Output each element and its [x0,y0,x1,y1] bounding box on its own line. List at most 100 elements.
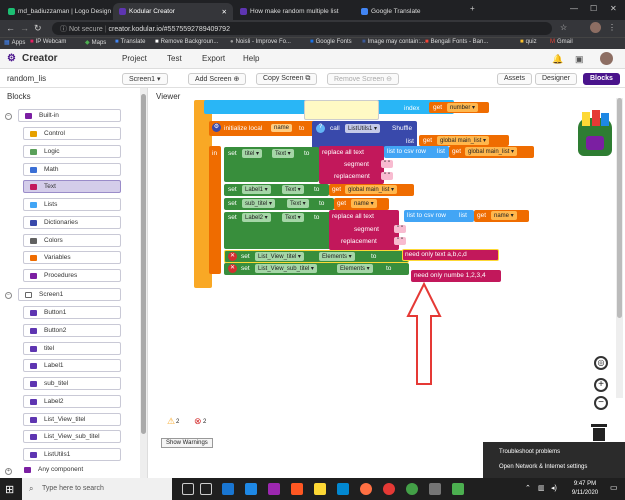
bookmark-ip-webcam[interactable]: ■ IP Webcam [30,39,66,45]
drawer-control[interactable]: Control [23,127,121,140]
bell-icon[interactable]: 🔔 [552,54,563,65]
illustrator-icon[interactable] [291,483,303,495]
drawer-procedures[interactable]: Procedures [23,269,121,282]
trash-icon[interactable] [590,424,608,442]
troubleshoot-problems-item[interactable]: Troubleshoot problems [499,449,560,455]
component-button2[interactable]: Button2 [23,324,121,337]
forward-icon[interactable]: → [20,23,29,33]
bookmark-noisli[interactable]: ● Noisli - Improve Fo... [230,39,291,45]
tab-kodular-creator[interactable]: Kodular Creator ✕ [113,3,233,20]
help-icon[interactable]: ? [316,124,325,133]
photoshop-icon[interactable] [222,483,234,495]
blocks-button[interactable]: Blocks [583,73,620,85]
drawer-logic[interactable]: Logic [23,145,121,158]
copy-screen-button[interactable]: Copy Screen ⧉ [256,73,318,85]
component-button1[interactable]: Button1 [23,306,121,319]
assets-button[interactable]: Assets [497,73,533,85]
gear-icon[interactable]: ⚙ [212,123,221,132]
bookmark-quiz[interactable]: ■ quiz [520,39,537,45]
app-icon[interactable] [268,483,280,495]
opera-icon[interactable] [383,483,395,495]
add-screen-button[interactable]: Add Screen ⊕ [188,73,247,85]
url-field[interactable]: ⓘ Not secure | creator.kodular.io/#55755… [52,22,552,35]
menu-export[interactable]: Export [202,54,225,63]
windows-start-icon[interactable]: ⊞ [5,483,14,496]
error-icon[interactable]: ✕ [228,252,237,261]
set-sub-titel-block[interactable] [224,198,334,210]
menu-icon[interactable]: ⋮ [608,23,616,32]
menu-project[interactable]: Project [122,54,147,63]
drawer-dictionaries[interactable]: Dictionaries [23,216,121,229]
bookmark-bengali-fonts[interactable]: ■ Bengali Fonts - Ban... [425,39,488,45]
component-list-view-titel[interactable]: List_View_titel [23,413,121,426]
tab-logo-design[interactable]: md_badiuzzaman | Logo Design [2,3,112,20]
taskbar-time[interactable]: 9:47 PM [570,481,600,487]
component-label1[interactable]: Label1 [23,359,121,372]
drawer-lists[interactable]: Lists [23,198,121,211]
warning-icon[interactable]: ⚠ [167,416,175,427]
chrome-icon[interactable] [406,483,418,495]
drawer-text[interactable]: Text [23,180,121,193]
menu-test[interactable]: Test [167,54,182,63]
recenter-icon[interactable]: ◎ [594,356,608,370]
back-icon[interactable]: ← [6,23,15,33]
any-component-toggle[interactable]: + [5,468,12,475]
premiere-icon[interactable] [245,483,257,495]
screen1-node[interactable]: Screen1 [18,288,121,301]
component-list-view-sub-titel[interactable]: List_View_sub_titel [23,430,121,443]
backpack-icon[interactable] [574,110,616,158]
tab-google-translate[interactable]: Google Translate [355,3,465,20]
star-icon[interactable]: ☆ [560,23,567,32]
error-icon[interactable]: ✕ [228,264,237,273]
component-label2[interactable]: Label2 [23,395,121,408]
error-count-icon[interactable]: ⊗ [194,416,202,427]
any-component-node[interactable]: Any component [18,464,121,477]
zoom-out-icon[interactable]: − [594,396,608,410]
new-tab-icon[interactable]: + [470,4,475,13]
taskbar-search[interactable]: ⌕ Type here to search [22,478,172,500]
notification-icon[interactable]: ▭ [610,483,618,492]
drawer-math[interactable]: Math [23,163,121,176]
bookmark-google-fonts[interactable]: ■ Google Fonts [310,39,352,45]
drawer-variables[interactable]: Variables [23,251,121,264]
component-titel[interactable]: titel [23,342,121,355]
tray-up-icon[interactable]: ⌃ [525,484,531,492]
drawer-colors[interactable]: Colors [23,234,121,247]
firefox-icon[interactable] [360,483,372,495]
close-icon[interactable]: ✕ [610,4,617,13]
taskbar-date[interactable]: 9/11/2020 [566,490,604,496]
open-network-settings-item[interactable]: Open Network & Internet settings [499,464,587,470]
bookmark-maps[interactable]: ◆ Maps [85,39,106,47]
viewer-scrollbar[interactable] [616,98,623,398]
bookmark-apps[interactable]: ▦ Apps [4,39,25,47]
reload-icon[interactable]: ↻ [34,23,42,34]
network-icon[interactable]: ▥ [538,484,545,492]
volume-icon[interactable]: ◂) [551,484,557,492]
set-list-view-titel-block[interactable] [224,250,409,263]
avatar[interactable] [590,22,601,33]
component-listutils1[interactable]: ListUtils1 [23,448,121,461]
builtin-toggle[interactable]: − [5,113,12,120]
file-explorer-icon[interactable] [314,483,326,495]
bookmark-gmail[interactable]: M Gmail [550,39,573,45]
builtin-category[interactable]: Built-in [18,109,121,122]
left-scrollbar[interactable] [140,88,147,478]
maximize-icon[interactable]: ☐ [590,4,597,13]
bookmark-image[interactable]: ■ Image may contain:... [362,39,425,45]
bookmark-remove-bg[interactable]: ■ Remove Backgroun... [155,39,218,45]
remove-screen-button[interactable]: Remove Screen ⊖ [327,73,399,85]
task-view-icon[interactable] [200,483,212,495]
minimize-icon[interactable]: — [570,4,578,13]
screen-toggle[interactable]: − [5,292,12,299]
show-warnings-button[interactable]: Show Warnings [161,438,213,448]
user-avatar[interactable] [600,52,613,65]
menu-help[interactable]: Help [243,54,259,63]
app-icon-2[interactable] [429,483,441,495]
bookmark-translate[interactable]: ■ Translate [115,39,145,45]
edge-icon[interactable] [337,483,349,495]
tab-how-make-random[interactable]: How make random multiple list [234,3,354,20]
zoom-in-icon[interactable]: + [594,378,608,392]
component-sub-titel[interactable]: sub_titel [23,377,121,390]
cortana-icon[interactable] [182,483,194,495]
blocks-viewer[interactable]: Viewer index get number ▾ ⚙ initialize l… [149,88,625,478]
